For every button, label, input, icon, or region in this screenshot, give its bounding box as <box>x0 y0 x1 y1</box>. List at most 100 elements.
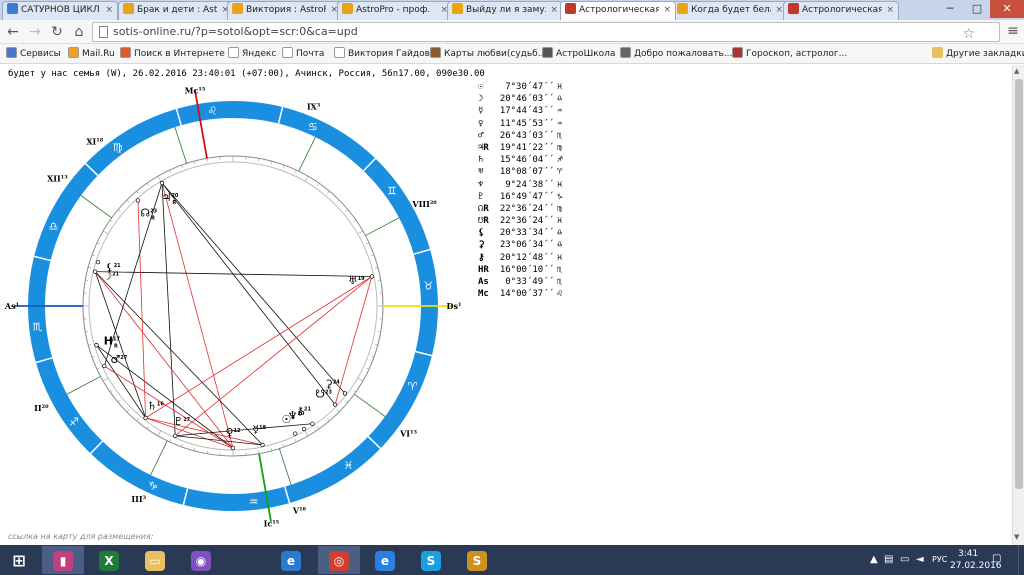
tab-title: Астрологическая <box>802 5 882 15</box>
bookmark-icon <box>620 47 631 58</box>
taskbar-app-internet-explorer[interactable]: e <box>364 546 406 574</box>
browser-tab[interactable]: Астрологическая × <box>560 1 676 20</box>
notification-icon[interactable]: ▢ <box>992 553 1001 564</box>
clock-time[interactable]: 3:41 <box>958 549 978 559</box>
bookmark-item[interactable]: Добро пожаловать... <box>620 47 732 61</box>
zodiac-sign-glyph: ♉ <box>423 279 433 292</box>
zodiac-sign-glyph: ♊ <box>387 185 397 198</box>
taskbar-app-skype[interactable]: S <box>410 546 452 574</box>
start-button[interactable]: ⊞ <box>0 546 38 574</box>
minimize-button[interactable]: ─ <box>936 0 964 18</box>
page-content: будет у нас семья (W), 26.02.2016 23:40:… <box>0 65 1012 545</box>
bookmark-item[interactable]: Виктория Гайдова <box>334 47 435 61</box>
tab-close-icon[interactable]: × <box>550 2 558 19</box>
taskbar-app-chart-app[interactable]: ▮ <box>42 546 84 574</box>
battery-icon[interactable]: ▭ <box>900 554 909 565</box>
planet-position: 22°36´24´´ <box>499 216 554 227</box>
tab-close-icon[interactable]: × <box>663 2 671 19</box>
planet-sign: ♓ <box>557 252 563 263</box>
scroll-up-icon[interactable]: ▲ <box>1014 67 1019 75</box>
reload-icon[interactable]: ↻ <box>48 23 66 41</box>
bookmark-item[interactable]: Почта <box>282 47 324 61</box>
tray-arrow-icon[interactable]: ▲ <box>870 554 878 565</box>
browser-tab[interactable]: САТУРНОВ ЦИКЛ × <box>2 1 118 20</box>
house-cusp <box>278 448 292 485</box>
picasa-icon: ◉ <box>191 551 211 571</box>
browser-tab[interactable]: Астрологическая × <box>783 1 899 20</box>
bookmark-item[interactable]: Яндекс <box>228 47 276 61</box>
browser-tab[interactable]: Выйду ли я замуж × <box>447 1 563 20</box>
zodiac-sign-glyph: ♌ <box>208 105 218 118</box>
tab-title: Астрологическая <box>579 5 659 15</box>
planet-row: HR 16°00´10´´ ♏ <box>478 264 569 276</box>
degree-tick <box>270 447 273 451</box>
retrograde-mark: R <box>172 200 176 206</box>
inner-circle <box>88 161 378 451</box>
browser-tab[interactable]: Виктория : AstroPro× <box>227 1 343 20</box>
show-desktop-button[interactable] <box>1018 545 1024 575</box>
taskbar-app-picasa[interactable]: ◉ <box>180 546 222 574</box>
bookmark-star-icon[interactable]: ☆ <box>962 25 975 43</box>
address-bar[interactable]: sotis-online.ru/?p=sotol&opt=scr:0&ca=up… <box>92 22 1000 42</box>
vertical-scrollbar[interactable]: ▲ ▼ <box>1012 65 1024 545</box>
excel-icon: X <box>99 551 119 571</box>
degree-tick <box>371 254 375 257</box>
taskbar-app-excel[interactable]: X <box>88 546 130 574</box>
tab-close-icon[interactable]: × <box>775 2 783 19</box>
natal-chart-wheel: ♌ ♋ ♊ ♉ ♈ ♓ ♒ ♑ ♐ ♏ ♎ ♍ Mc15 IX3 VIII20 Ds1 VI13 V18 Ic15 I… <box>4 85 462 529</box>
back-icon[interactable]: ← <box>4 23 22 41</box>
planet-sign: ♎ <box>557 228 563 239</box>
bookmark-item[interactable]: Сервисы <box>6 47 61 61</box>
bookmark-item[interactable]: Гороскоп, астролог... <box>732 47 847 61</box>
planet-marker <box>332 402 338 407</box>
browser-tab[interactable]: AstroPro - проф. × <box>337 1 453 20</box>
volume-icon[interactable]: ◄ <box>916 554 924 565</box>
browser-tab[interactable]: Брак и дети : Astro× <box>118 1 234 20</box>
planet-row: ☊R 22°36´24´´ ♍ <box>478 203 569 215</box>
house-label: IX3 <box>307 102 321 112</box>
zodiac-sign-glyph: ♓ <box>344 459 354 472</box>
tab-close-icon[interactable]: × <box>105 2 113 19</box>
browser-tab[interactable]: Когда будет бела × <box>672 1 788 20</box>
bookmark-item[interactable]: Поиск в Интернете <box>120 47 225 61</box>
chart-app-icon: ▮ <box>53 551 73 571</box>
planet-row: ♅ 18°08´07´´ ♈ <box>478 166 569 178</box>
house-label: Ic15 <box>264 519 280 529</box>
planet-position: 22°36´24´´ <box>499 203 554 214</box>
planet-symbol: ♄ <box>478 155 484 166</box>
close-window-button[interactable]: ✕ <box>990 0 1024 18</box>
tab-close-icon[interactable]: × <box>886 2 894 19</box>
language-indicator[interactable]: РУС <box>932 555 947 564</box>
planet-row: ⚳ 23°06´34´´ ♎ <box>478 239 569 251</box>
house-label: Mc15 <box>185 85 206 95</box>
bookmark-item[interactable]: Карты любви(судьб... <box>430 47 546 61</box>
degree-tick <box>270 161 273 165</box>
network-icon[interactable]: ▤ <box>884 554 893 565</box>
planet-position: 23°06´34´´ <box>499 240 554 251</box>
degree-tick <box>327 190 330 194</box>
taskbar-app-chrome[interactable]: ◎ <box>318 546 360 574</box>
planet-marker <box>173 433 178 438</box>
menu-icon[interactable]: ≡ <box>1004 22 1022 40</box>
degree-tick <box>109 390 113 393</box>
bookmark-item[interactable]: Mail.Ru <box>68 47 115 61</box>
bookmark-item[interactable]: АстроШкола <box>542 47 615 61</box>
scroll-thumb[interactable] <box>1015 79 1023 489</box>
tab-favicon-icon <box>7 3 18 14</box>
maximize-button[interactable]: □ <box>964 0 990 18</box>
taskbar-app-explorer[interactable]: ▭ <box>134 546 176 574</box>
other-bookmarks[interactable]: Другие закладки <box>932 47 1024 61</box>
taskbar-app-sotis[interactable]: S <box>456 546 498 574</box>
home-icon[interactable]: ⌂ <box>70 23 88 41</box>
planet-glyph: ♅19 <box>348 274 365 287</box>
bookmark-icon <box>334 47 345 58</box>
planet-symbol: ♂ <box>478 130 484 141</box>
forward-icon[interactable]: → <box>26 23 44 41</box>
taskbar-app-ie-edge[interactable]: e <box>270 546 312 574</box>
degree-tick <box>366 367 370 370</box>
scroll-down-icon[interactable]: ▼ <box>1014 533 1019 541</box>
house-degree: 18 <box>96 137 103 143</box>
degree-tick <box>117 209 121 212</box>
planet-position: 7°30´47´´ <box>505 82 554 92</box>
planet-glyph: ☊23 R <box>140 206 157 221</box>
